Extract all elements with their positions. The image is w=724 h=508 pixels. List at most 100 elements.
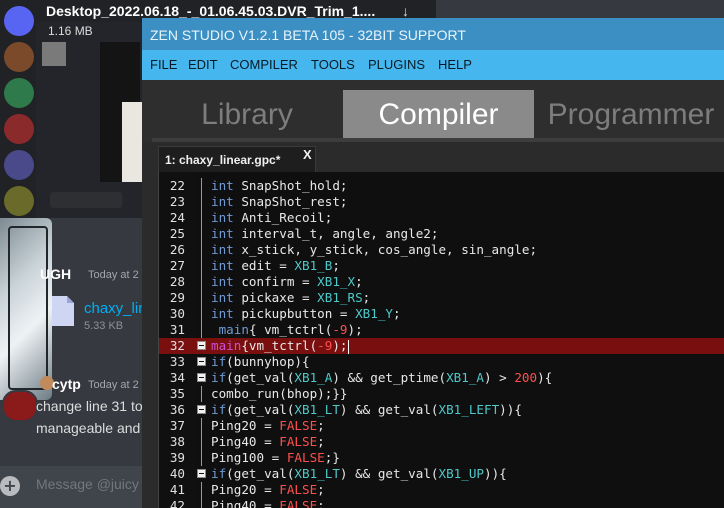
code-line[interactable]: 33 if(bunnyhop){ [159,354,724,370]
code-line[interactable]: 25 int interval_t, angle, angle2; [159,226,724,242]
fold-guide [201,418,202,434]
code-token: int [211,178,234,193]
code-token: FALSE [279,482,318,497]
file-tabs: 1: chaxy_linear.gpc* X [142,142,724,173]
code-token: Ping20 = [211,482,280,497]
preview-image [122,102,142,182]
code-token: int [211,242,234,257]
code-token: if [211,402,227,417]
code-text: Ping100 = FALSE;} [211,450,340,466]
code-editor[interactable]: 22 int SnapShot_hold; 23 int SnapShot_rest;… [158,172,724,508]
line-number: 28 [169,274,185,289]
fold-toggle-icon[interactable] [197,373,206,382]
code-token: ; [362,290,371,305]
code-line[interactable]: 36 if(get_val(XB1_LT) && get_val(XB1_LEFT… [159,402,724,418]
message-author[interactable]: UGH [40,266,71,282]
close-icon[interactable]: X [303,147,312,162]
line-number: 37 [169,418,185,433]
code-text: int interval_t, angle, angle2; [211,226,438,242]
code-line[interactable]: 28 int confirm = XB1_X; [159,274,724,290]
fold-toggle-icon[interactable] [197,405,206,414]
fold-toggle-icon[interactable] [197,357,206,366]
fold-guide [201,482,202,498]
code-line[interactable]: 35 combo_run(bhop);}} [159,386,724,402]
code-token: int [211,258,234,273]
line-number: 30 [169,306,185,321]
code-line[interactable]: 34 if(get_val(XB1_A) && get_ptime(XB1_A) … [159,370,724,386]
code-token: int [211,210,234,225]
server-rail [0,0,38,220]
code-token: ){ [537,370,553,385]
menu-compiler[interactable]: COMPILER [230,57,298,72]
line-number: 25 [169,226,185,241]
code-line[interactable]: 29 int pickaxe = XB1_RS; [159,290,724,306]
code-line[interactable]: 38 Ping40 = FALSE; [159,434,724,450]
fold-guide [201,274,202,290]
code-line[interactable]: 30 int pickupbutton = XB1_Y; [159,306,724,322]
code-line[interactable]: 24 int Anti_Recoil; [159,210,724,226]
fold-guide [201,434,202,450]
code-token: int [211,194,234,209]
code-line[interactable]: 39 Ping100 = FALSE;} [159,450,724,466]
window-title: ZEN STUDIO V1.2.1 BETA 105 - 32BIT SUPPO… [150,27,466,43]
server-icon[interactable] [4,186,34,216]
code-token: combo_run(bhop);}} [211,386,348,401]
server-icon[interactable] [4,6,34,36]
fold-toggle-icon[interactable] [197,341,206,350]
tab-compiler[interactable]: Compiler [343,90,534,138]
code-line[interactable]: 32 main{vm_tctrl(-9); [159,338,724,354]
title-bar[interactable]: ZEN STUDIO V1.2.1 BETA 105 - 32BIT SUPPO… [142,18,724,50]
file-name-link[interactable]: chaxy_lin [84,300,147,317]
code-token: XB1_LEFT [438,402,500,417]
code-text: int pickaxe = XB1_RS; [211,290,370,306]
server-icon[interactable] [4,78,34,108]
code-text: combo_run(bhop);}} [211,386,347,402]
code-token: ) && get_ptime( [332,370,447,385]
code-line[interactable]: 27 int edit = XB1_B; [159,258,724,274]
code-line[interactable]: 23 int SnapShot_rest; [159,194,724,210]
menu-edit[interactable]: EDIT [188,57,218,72]
code-line[interactable]: 42 Ping40 = FALSE; [159,498,724,508]
server-icon[interactable] [4,114,34,144]
code-text: Ping20 = FALSE; [211,482,325,498]
code-line[interactable]: 26 int x_stick, y_stick, cos_angle, sin_a… [159,242,724,258]
menu-file[interactable]: FILE [150,57,177,72]
message-timestamp: Today at 2 [88,379,139,391]
add-attachment-button[interactable]: + [0,476,20,496]
code-line[interactable]: 37 Ping20 = FALSE; [159,418,724,434]
menu-tools[interactable]: TOOLS [311,57,355,72]
code-line[interactable]: 41 Ping20 = FALSE; [159,482,724,498]
message-author[interactable]: cytp [52,376,81,392]
code-token: int [211,226,234,241]
code-text: if(get_val(XB1_LT) && get_val(XB1_UP)){ [211,466,507,482]
fold-guide [201,306,202,322]
code-text: int SnapShot_hold; [211,178,347,194]
code-text: if(get_val(XB1_A) && get_ptime(XB1_A) > … [211,370,552,386]
fold-toggle-icon[interactable] [197,469,206,478]
server-icon[interactable] [4,150,34,180]
code-token: -9 [317,338,333,353]
message-timestamp: Today at 2 [88,269,139,281]
fold-guide [201,178,202,194]
avatar[interactable] [2,390,38,422]
code-text: int Anti_Recoil; [211,210,332,226]
file-tab[interactable]: 1: chaxy_linear.gpc* X [158,146,316,173]
video-thumbnail[interactable] [0,218,52,400]
code-line[interactable]: 22 int SnapShot_hold; [159,178,724,194]
file-icon [52,296,74,326]
code-token: Ping40 = [211,434,280,449]
tab-programmer[interactable]: Programmer [542,90,720,138]
line-number: 31 [169,322,185,337]
file-attachment[interactable]: chaxy_lin 5.33 KB [52,296,147,340]
code-line[interactable]: 40 if(get_val(XB1_LT) && get_val(XB1_UP))… [159,466,724,482]
text-cursor [347,339,349,354]
code-token: int [211,306,234,321]
menu-help[interactable]: HELP [438,57,472,72]
code-token: ) && get_val( [339,466,439,481]
server-icon[interactable] [4,42,34,72]
menu-plugins[interactable]: PLUGINS [368,57,425,72]
video-frame [8,226,48,390]
code-line[interactable]: 31 main{ vm_tctrl(-9); [159,322,724,338]
tab-library[interactable]: Library [162,90,332,138]
